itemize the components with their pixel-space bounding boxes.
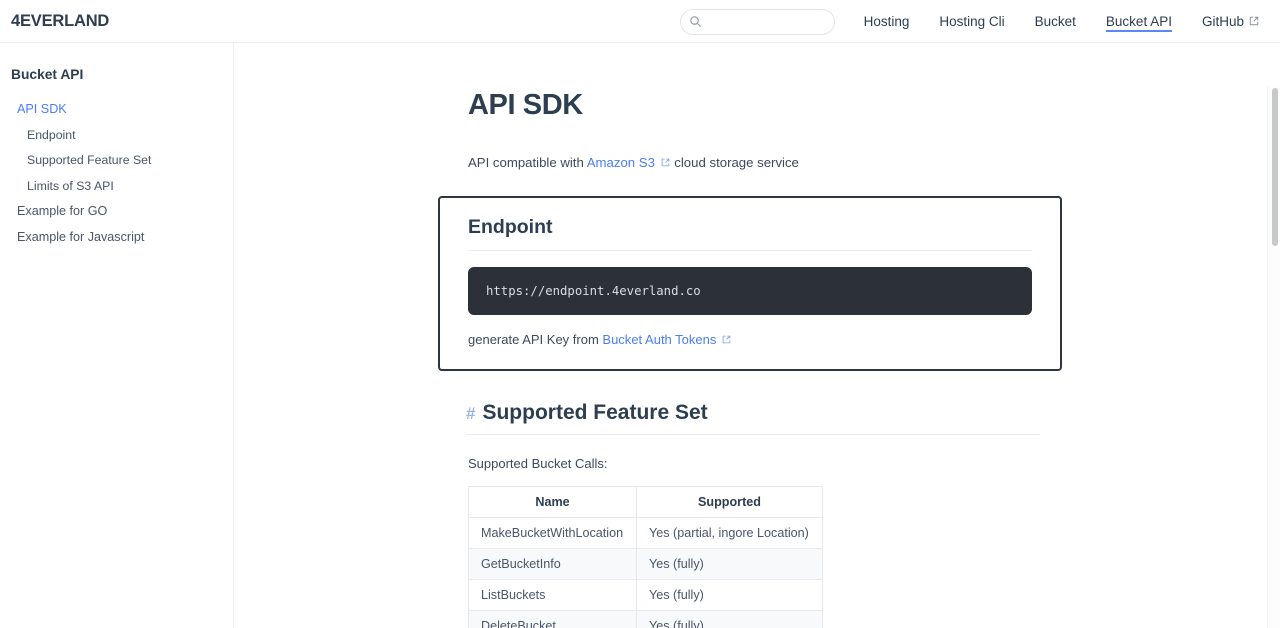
search-box[interactable] bbox=[679, 8, 835, 35]
cell-supported: Yes (partial, ingore Location) bbox=[636, 517, 823, 549]
table-row: DeleteBucket Yes (fully) bbox=[468, 610, 823, 628]
nav-item-bucket-api[interactable]: Bucket API bbox=[1105, 0, 1173, 43]
page-body: Bucket API API SDK Endpoint Supported Fe… bbox=[0, 43, 1280, 628]
external-link-icon bbox=[655, 155, 674, 170]
top-header: 4EVERLAND Hosting Hosting Cli Bucket Buc… bbox=[0, 0, 1280, 43]
sidebar: Bucket API API SDK Endpoint Supported Fe… bbox=[0, 43, 234, 628]
sidebar-title: Bucket API bbox=[11, 67, 84, 82]
sidebar-item-supported-feature-set[interactable]: Supported Feature Set bbox=[0, 149, 233, 171]
sidebar-item-example-for-javascript[interactable]: Example for Javascript bbox=[0, 226, 233, 248]
lede-text-before: API compatible with bbox=[468, 155, 587, 170]
search-icon bbox=[689, 15, 702, 28]
main-nav: Hosting Hosting Cli Bucket Bucket API Gi… bbox=[849, 0, 1274, 43]
nav-label-bucket-api: Bucket API bbox=[1105, 14, 1172, 29]
bucket-auth-tokens-link[interactable]: Bucket Auth Tokens bbox=[602, 332, 716, 347]
endpoint-card-title: Endpoint bbox=[468, 216, 1032, 251]
sidebar-item-api-sdk[interactable]: API SDK bbox=[0, 98, 233, 120]
amazon-s3-link[interactable]: Amazon S3 bbox=[587, 155, 655, 170]
table-header-supported: Supported bbox=[636, 486, 823, 518]
table-row: MakeBucketWithLocation Yes (partial, ing… bbox=[468, 517, 823, 549]
main-content: API SDK API compatible with Amazon S3 cl… bbox=[234, 43, 1280, 628]
table-header-name: Name bbox=[468, 486, 637, 518]
cell-name: ListBuckets bbox=[468, 579, 637, 611]
sidebar-item-endpoint[interactable]: Endpoint bbox=[0, 124, 233, 146]
endpoint-url-code-block[interactable]: https://endpoint.4everland.co bbox=[468, 267, 1032, 315]
external-link-icon bbox=[716, 332, 731, 347]
table-row: GetBucketInfo Yes (fully) bbox=[468, 548, 823, 580]
lede-text-after: cloud storage service bbox=[674, 155, 799, 170]
search-input[interactable] bbox=[706, 14, 826, 29]
external-link-icon bbox=[1249, 14, 1259, 29]
cell-supported: Yes (fully) bbox=[636, 579, 823, 611]
supported-bucket-calls-table: Name Supported MakeBucketWithLocation Ye… bbox=[468, 486, 823, 628]
cell-supported: Yes (fully) bbox=[636, 548, 823, 580]
nav-item-hosting-cli[interactable]: Hosting Cli bbox=[939, 0, 1004, 43]
nav-item-hosting[interactable]: Hosting bbox=[864, 0, 910, 43]
nav-label-github: GitHub bbox=[1201, 14, 1244, 29]
nav-label-bucket: Bucket bbox=[1034, 14, 1076, 29]
endpoint-card: Endpoint https://endpoint.4everland.co g… bbox=[438, 196, 1062, 371]
nav-label-hosting-cli: Hosting Cli bbox=[939, 14, 1005, 29]
doc-article: API SDK API compatible with Amazon S3 cl… bbox=[438, 89, 1076, 628]
section-title-text: Supported Feature Set bbox=[482, 401, 708, 424]
header-right-group: Hosting Hosting Cli Bucket Bucket API Gi… bbox=[679, 0, 1274, 43]
page-scrollbar[interactable] bbox=[1267, 86, 1280, 628]
cell-name: GetBucketInfo bbox=[468, 548, 637, 580]
page-lede: API compatible with Amazon S3 cloud stor… bbox=[468, 155, 1076, 170]
page-title: API SDK bbox=[468, 89, 583, 121]
supported-bucket-calls-label: Supported Bucket Calls: bbox=[468, 456, 608, 471]
table-header-row: Name Supported bbox=[468, 486, 823, 518]
endpoint-card-note: generate API Key from Bucket Auth Tokens bbox=[468, 332, 1032, 347]
table-row: ListBuckets Yes (fully) bbox=[468, 579, 823, 611]
sidebar-item-example-for-go[interactable]: Example for GO bbox=[0, 200, 233, 222]
cell-name: MakeBucketWithLocation bbox=[468, 517, 637, 549]
cell-name: DeleteBucket bbox=[468, 610, 637, 628]
section-title-supported-feature-set: # Supported Feature Set bbox=[466, 401, 1040, 435]
nav-item-bucket[interactable]: Bucket bbox=[1035, 0, 1076, 43]
note-text-before: generate API Key from bbox=[468, 332, 603, 347]
nav-label-hosting: Hosting bbox=[863, 14, 910, 29]
nav-item-github[interactable]: GitHub bbox=[1202, 0, 1259, 43]
scrollbar-thumb[interactable] bbox=[1272, 88, 1278, 246]
brand-logo[interactable]: 4EVERLAND bbox=[11, 12, 109, 31]
sidebar-item-limits-of-s3-api[interactable]: Limits of S3 API bbox=[0, 175, 233, 197]
anchor-link-icon[interactable]: # bbox=[466, 404, 475, 424]
cell-supported: Yes (fully) bbox=[636, 610, 823, 628]
